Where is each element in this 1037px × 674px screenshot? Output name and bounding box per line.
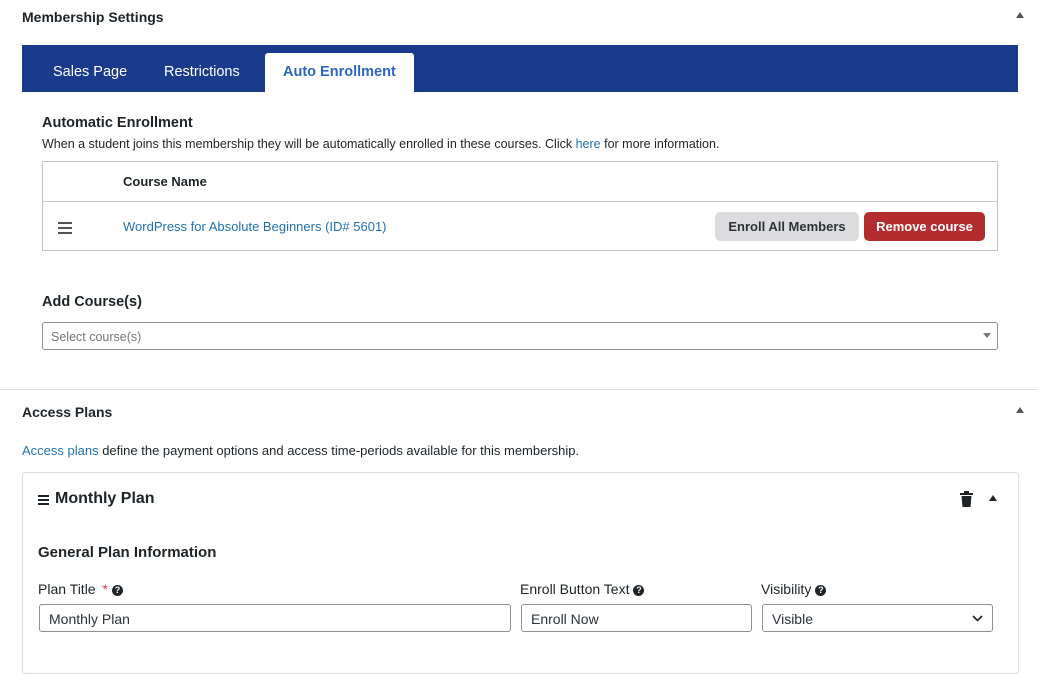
plan-drag-handle-icon[interactable] [38,493,49,507]
access-plans-link[interactable]: Access plans [22,443,99,458]
course-link[interactable]: WordPress for Absolute Beginners (ID# 56… [123,219,387,234]
collapse-arrow-icon[interactable] [1016,407,1024,413]
collapse-arrow-icon[interactable] [1016,12,1024,18]
table-header: Course Name [43,162,997,202]
general-plan-info-heading: General Plan Information [38,544,217,561]
help-icon[interactable]: ? [111,585,123,596]
plan-card: Monthly Plan General Plan Information Pl… [22,472,1019,674]
trash-icon[interactable] [960,491,973,507]
dropdown-arrow-icon [983,333,991,338]
auto-enrollment-heading: Automatic Enrollment [42,115,193,131]
table-row: WordPress for Absolute Beginners (ID# 56… [43,202,997,250]
auto-enrollment-description: When a student joins this membership the… [42,137,719,151]
plan-name: Monthly Plan [55,490,155,507]
access-plans-description-text: define the payment options and access ti… [98,443,580,458]
chevron-down-icon [972,615,983,622]
plan-title-input[interactable]: Monthly Plan [39,604,511,632]
drag-handle-icon[interactable] [58,219,72,237]
column-header-course-name: Course Name [123,174,207,189]
tab-auto-enrollment[interactable]: Auto Enrollment [265,53,414,92]
enroll-all-members-button[interactable]: Enroll All Members [715,212,859,241]
tab-restrictions[interactable]: Restrictions [150,45,254,92]
course-select[interactable]: Select course(s) [42,322,998,350]
required-mark: * [102,581,108,597]
visibility-label-text: Visibility [761,581,812,597]
courses-table: Course Name WordPress for Absolute Begin… [42,161,998,251]
enroll-button-text-label-text: Enroll Button Text [520,581,630,597]
access-plans-description: Access plans define the payment options … [22,443,579,458]
visibility-label: Visibility? [761,581,827,597]
help-icon[interactable]: ? [815,585,827,596]
description-text-end: for more information. [600,137,720,151]
access-plans-title: Access Plans [22,404,113,420]
help-icon[interactable]: ? [633,585,645,596]
section-divider [0,389,1037,390]
plan-title-label: Plan Title *? [38,581,123,597]
plan-collapse-icon[interactable] [989,495,997,501]
visibility-value: Visible [772,611,813,627]
more-info-link[interactable]: here [576,137,601,151]
enroll-button-text-label: Enroll Button Text? [520,581,645,597]
remove-course-button[interactable]: Remove course [864,212,985,241]
add-courses-heading: Add Course(s) [42,294,142,310]
visibility-select[interactable]: Visible [762,604,993,632]
membership-settings-title: Membership Settings [22,9,164,25]
plan-title-label-text: Plan Title [38,581,96,597]
course-select-placeholder: Select course(s) [51,330,142,344]
tab-bar: Sales Page Restrictions Auto Enrollment [22,45,1018,92]
tab-sales-page[interactable]: Sales Page [39,45,141,92]
description-text: When a student joins this membership the… [42,137,576,151]
enroll-button-text-input[interactable]: Enroll Now [521,604,752,632]
